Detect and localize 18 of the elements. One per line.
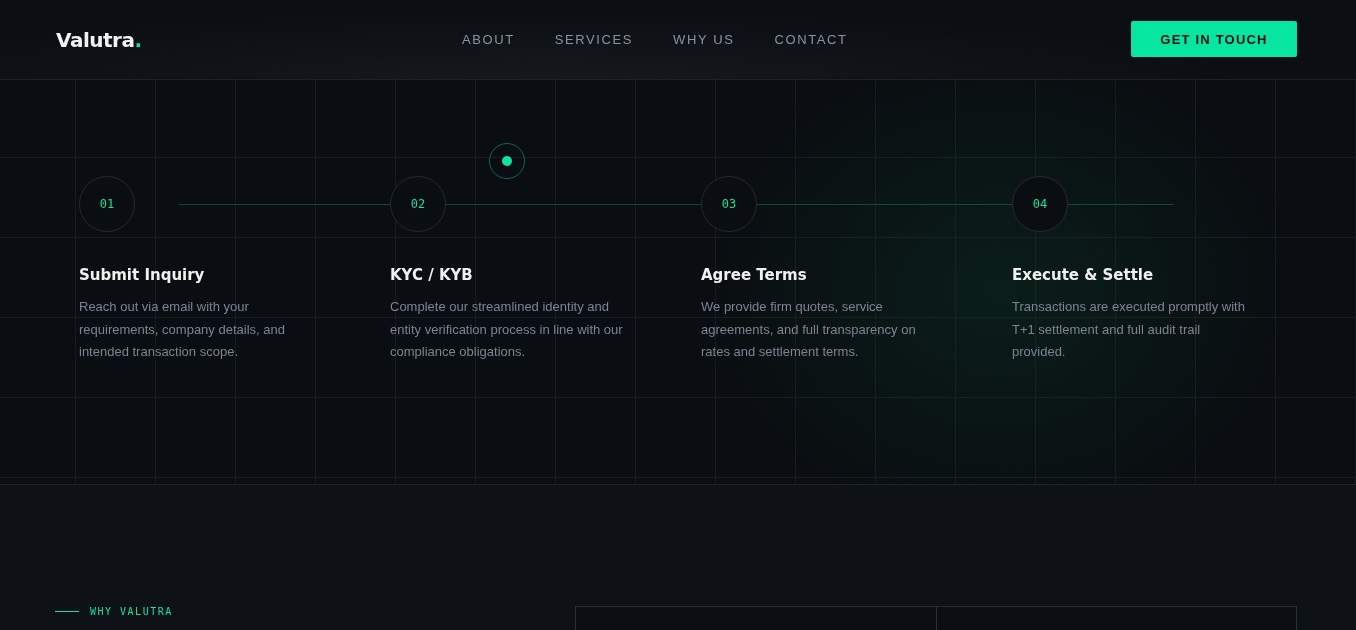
nav-link[interactable]: CONTACT (774, 32, 848, 47)
step-description: Reach out via email with your requirements, company details, and intended transaction scope. (79, 298, 286, 361)
nav-link[interactable]: WHY US (673, 32, 735, 47)
nav-link[interactable]: SERVICES (554, 32, 634, 47)
step-description: Complete our streamlined identity and entity verification process in line with our compliance obligations. (390, 298, 624, 361)
step-number: 03 (701, 176, 757, 232)
nav-link[interactable]: ABOUT (462, 32, 515, 47)
step-title: Agree Terms (701, 266, 808, 284)
step-number: 02 (390, 176, 446, 232)
step-description: Transactions are executed promptly with T+1 settlement and full audit trail provided. (1012, 298, 1246, 361)
step-description: We provide firm quotes, service agreements, and full transparency on rates and settlement terms. (701, 298, 917, 361)
step-title: Execute & Settle (1012, 266, 1155, 284)
step-title: Submit Inquiry (79, 266, 206, 284)
step-title: KYC / KYB (390, 266, 474, 284)
get-in-touch-button[interactable]: GET IN TOUCH (1131, 21, 1297, 57)
section-label: WHY VALUTRA (90, 606, 173, 617)
step-number: 01 (79, 176, 135, 232)
step-number: 04 (1012, 176, 1068, 232)
